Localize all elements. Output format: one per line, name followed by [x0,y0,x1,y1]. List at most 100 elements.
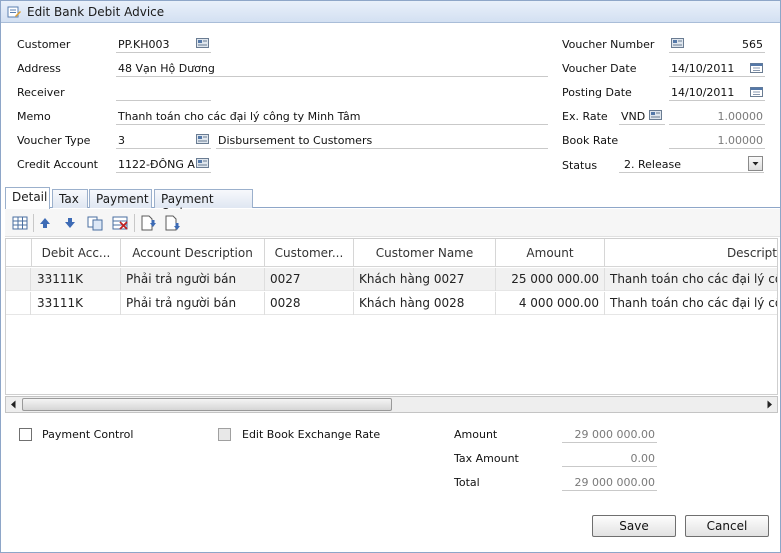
scroll-thumb[interactable] [22,398,392,411]
tax-amount-underline [562,466,657,467]
cell-customer-code[interactable]: 0028 [265,292,354,315]
total-label: Total [454,476,480,489]
insert-above-icon[interactable] [139,214,157,232]
memo-field[interactable]: Thanh toán cho các đại lý công ty Minh T… [118,110,360,123]
column-customer-code[interactable]: Customer... [265,239,354,267]
cell-account-description[interactable]: Phải trả người bán [121,292,265,315]
credit-account-underline [116,172,211,173]
scroll-left-button[interactable] [6,397,21,412]
cell-amount[interactable]: 4 000 000.00 [496,292,605,315]
credit-account-lookup-icon[interactable] [196,158,210,169]
payment-control-checkbox[interactable] [19,428,32,441]
address-underline [116,76,548,77]
cancel-button[interactable]: Cancel [685,515,769,537]
table-row[interactable]: 33111K Phải trả người bán 0028 Khách hàn… [6,292,777,315]
status-label: Status [562,159,598,172]
tax-amount-value: 0.00 [630,452,656,465]
voucher-date-field[interactable]: 14/10/2011 [671,62,734,75]
tab-strip: Detail Tax Payment Payment Order [5,187,780,220]
delete-rows-icon[interactable] [111,214,129,232]
grid-horizontal-scrollbar[interactable] [5,396,778,413]
address-label: Address [17,62,61,75]
cell-description[interactable]: Thanh toán cho các đại lý côn [605,292,777,315]
address-field[interactable]: 48 Vạn Hộ Dương [118,62,215,75]
credit-account-field[interactable]: 1122-ĐÔNG A [118,158,195,171]
ex-rate-field: 1.00000 [717,110,764,123]
tab-tax[interactable]: Tax [52,189,88,208]
book-rate-field: 1.00000 [717,134,764,147]
toolbar-separator [134,214,135,232]
payment-control-label: Payment Control [42,428,134,441]
insert-below-icon[interactable] [163,214,181,232]
tax-amount-label: Tax Amount [454,452,519,465]
cell-customer-name[interactable]: Khách hàng 0028 [354,292,496,315]
row-header[interactable] [6,292,31,315]
voucher-date-calendar-icon[interactable] [750,63,763,73]
save-button[interactable]: Save [592,515,676,537]
tab-payment-order[interactable]: Payment Order [154,189,253,220]
posting-date-calendar-icon[interactable] [750,87,763,97]
voucher-number-lookup-icon[interactable] [671,38,685,49]
currency-lookup-icon[interactable] [649,110,663,121]
column-debit-account[interactable]: Debit Acc... [32,239,121,267]
cell-customer-code[interactable]: 0027 [265,268,354,291]
grid-header: Debit Acc... Account Description Custome… [6,239,777,267]
book-rate-underline [669,148,765,149]
cell-amount[interactable]: 25 000 000.00 [496,268,605,291]
scroll-right-button[interactable] [762,397,777,412]
row-header[interactable] [6,268,31,291]
chevron-down-icon [752,162,759,166]
status-dropdown-button[interactable] [748,156,763,171]
voucher-type-description-underline [216,148,548,149]
document-edit-icon [7,6,21,18]
memo-underline [116,124,548,125]
edit-book-exchange-rate-checkbox[interactable] [218,428,231,441]
cell-account-description[interactable]: Phải trả người bán [121,268,265,291]
customer-label: Customer [17,38,71,51]
arrow-right-icon [767,400,772,409]
status-dropdown[interactable]: 2. Release [619,155,764,173]
tab-detail[interactable]: Detail [5,187,50,209]
posting-date-label: Posting Date [562,86,632,99]
voucher-date-label: Voucher Date [562,62,637,75]
cell-customer-name[interactable]: Khách hàng 0027 [354,268,496,291]
voucher-date-underline [669,76,765,77]
copy-rows-icon[interactable] [86,214,104,232]
grid-row-header-corner [6,239,32,267]
title-bar[interactable]: Edit Bank Debit Advice [1,1,780,23]
voucher-number-field[interactable]: 565 [691,38,763,51]
credit-account-label: Credit Account [17,158,98,171]
currency-field[interactable]: VND [621,110,645,123]
voucher-type-lookup-icon[interactable] [196,134,210,145]
cell-debit-account[interactable]: 33111K [32,292,121,315]
cell-debit-account[interactable]: 33111K [32,268,121,291]
detail-grid[interactable]: Debit Acc... Account Description Custome… [5,238,778,395]
move-down-icon[interactable] [61,214,79,232]
table-row[interactable]: 33111K Phải trả người bán 0027 Khách hàn… [6,268,777,291]
customer-field[interactable]: PP.KH003 [118,38,170,51]
customer-underline [116,52,211,53]
column-amount[interactable]: Amount [496,239,605,267]
voucher-type-field[interactable]: 3 [118,134,125,147]
grid-add-icon[interactable] [11,214,29,232]
voucher-number-label: Voucher Number [562,38,655,51]
move-up-icon[interactable] [36,214,54,232]
column-description[interactable]: Descript [605,239,777,267]
edit-book-exchange-rate-label: Edit Book Exchange Rate [242,428,381,441]
column-account-description[interactable]: Account Description [121,239,265,267]
grid-toolbar [5,209,780,237]
posting-date-field[interactable]: 14/10/2011 [671,86,734,99]
posting-date-underline [669,100,765,101]
column-customer-name[interactable]: Customer Name [354,239,496,267]
memo-label: Memo [17,110,51,123]
total-value: 29 000 000.00 [574,476,655,489]
total-underline [562,490,657,491]
tab-payment[interactable]: Payment [89,189,152,208]
ex-rate-label: Ex. Rate [562,110,608,123]
customer-lookup-icon[interactable] [196,38,210,49]
cell-description[interactable]: Thanh toán cho các đại lý côn [605,268,777,291]
currency-underline [619,124,665,125]
window-title: Edit Bank Debit Advice [27,5,165,19]
voucher-type-underline [116,148,211,149]
status-selected-value: 2. Release [624,158,681,171]
